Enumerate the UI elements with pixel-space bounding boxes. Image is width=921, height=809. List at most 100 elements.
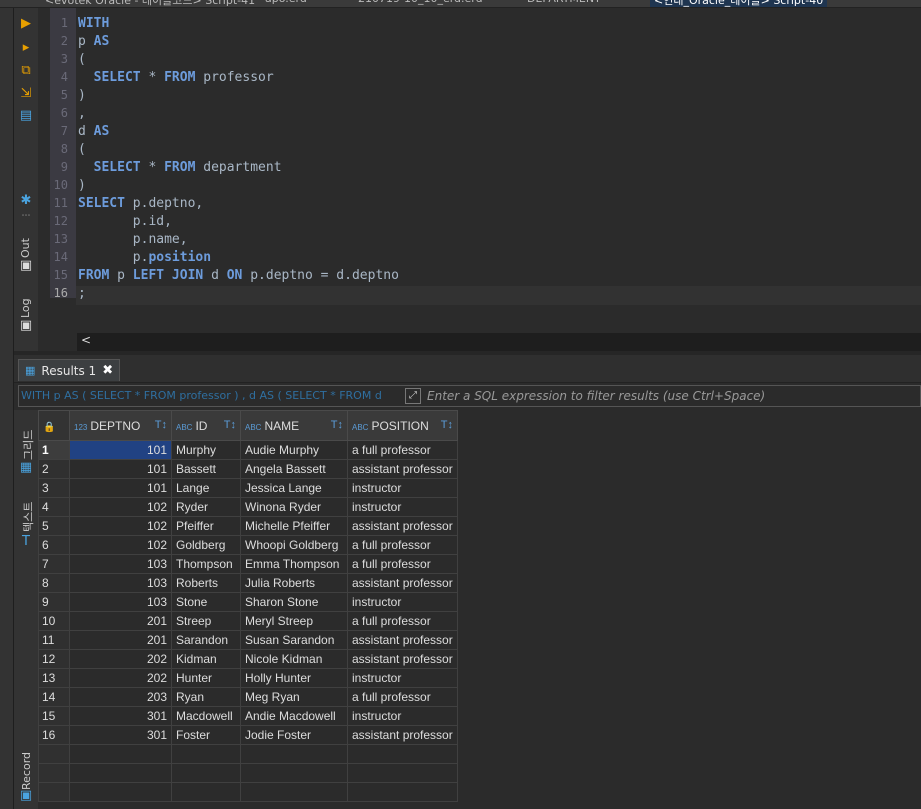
close-icon[interactable]: ✖ (102, 363, 113, 378)
table-row[interactable]: 13 202 Hunter Holly Hunter instructor (38, 668, 458, 688)
cell-position[interactable]: assistant professor (347, 630, 458, 650)
cell-deptno[interactable]: 201 (69, 611, 172, 631)
cell-name[interactable]: Susan Sarandon (240, 630, 348, 650)
table-row[interactable]: 10 201 Streep Meryl Streep a full professor (38, 611, 458, 631)
code-line[interactable]: ; (78, 286, 86, 301)
cell-position[interactable]: assistant professor (347, 516, 458, 536)
column-header-position[interactable]: ABC POSITION T↕ (347, 410, 458, 441)
cell-position[interactable]: instructor (347, 592, 458, 612)
cell-name[interactable]: Holly Hunter (240, 668, 348, 688)
row-number[interactable]: 1 (38, 440, 70, 460)
cell-deptno[interactable]: 102 (69, 516, 172, 536)
table-row[interactable]: 11 201 Sarandon Susan Sarandon assistant pro… (38, 630, 458, 650)
code-line[interactable]: SELECT p.deptno, (78, 196, 203, 211)
cell-deptno[interactable]: 202 (69, 668, 172, 688)
cell-deptno[interactable]: 101 (69, 478, 172, 498)
cell-name[interactable]: Angela Bassett (240, 459, 348, 479)
editor-tab-department[interactable]: DEPARTMENT (527, 0, 601, 7)
cell-deptno[interactable]: 101 (69, 440, 172, 460)
column-header-id[interactable]: ABC ID T↕ (171, 410, 241, 441)
cell-name[interactable]: Audie Murphy (240, 440, 348, 460)
grid-view-label[interactable]: 그리드 (20, 430, 36, 460)
cell-deptno[interactable]: 102 (69, 497, 172, 517)
cell-id[interactable]: Thompson (171, 554, 241, 574)
text-view-label[interactable]: 텍스트 (20, 502, 36, 532)
code-line[interactable]: SELECT * FROM department (78, 160, 282, 175)
table-row[interactable]: 16 301 Foster Jodie Foster assistant profess… (38, 725, 458, 745)
code-line[interactable]: p.position (78, 250, 211, 265)
execute-new-tab-icon[interactable]: ▸ (18, 40, 34, 56)
cell-id[interactable]: Kidman (171, 649, 241, 669)
cell-id[interactable]: Sarandon (171, 630, 241, 650)
code-line[interactable]: p.name, (78, 232, 188, 247)
cell-deptno[interactable]: 301 (69, 706, 172, 726)
cell-position[interactable]: a full professor (347, 440, 458, 460)
table-row[interactable]: 4 102 Ryder Winona Ryder instructor (38, 497, 458, 517)
cell-id[interactable]: Stone (171, 592, 241, 612)
cell-name[interactable]: Michelle Pfeiffer (240, 516, 348, 536)
cell-name[interactable]: Meg Ryan (240, 687, 348, 707)
cell-position[interactable]: a full professor (347, 535, 458, 555)
cell-deptno[interactable]: 203 (69, 687, 172, 707)
editor-horizontal-scrollbar[interactable]: < (77, 333, 921, 351)
cell-id[interactable]: Murphy (171, 440, 241, 460)
cell-position[interactable]: a full professor (347, 687, 458, 707)
code-line[interactable]: ) (78, 88, 86, 103)
filter-sort-icon[interactable]: T↕ (224, 419, 236, 431)
editor-tab-apo-erd[interactable]: apo.erd (265, 0, 307, 7)
table-row[interactable]: 7 103 Thompson Emma Thompson a full professo… (38, 554, 458, 574)
code-line[interactable]: p.id, (78, 214, 172, 229)
explain-plan-icon[interactable]: ▤ (18, 108, 34, 124)
code-line[interactable]: FROM p LEFT JOIN d ON p.deptno = d.deptn… (78, 268, 399, 283)
row-number[interactable]: 7 (38, 554, 70, 574)
row-number[interactable]: 15 (38, 706, 70, 726)
more-dots-icon[interactable]: ⋯ (18, 208, 34, 224)
table-row[interactable]: 5 102 Pfeiffer Michelle Pfeiffer assistant p… (38, 516, 458, 536)
row-number[interactable]: 5 (38, 516, 70, 536)
column-header-name[interactable]: ABC NAME T↕ (240, 410, 348, 441)
code-line[interactable]: , (78, 106, 86, 121)
editor-tab-script-41[interactable]: <evotek Oracle - 테이블코드> Script-41 (45, 0, 255, 7)
row-number[interactable]: 2 (38, 459, 70, 479)
row-number[interactable]: 9 (38, 592, 70, 612)
cell-id[interactable]: Ryder (171, 497, 241, 517)
table-row[interactable]: 6 102 Goldberg Whoopi Goldberg a full profes… (38, 535, 458, 555)
cell-deptno[interactable]: 202 (69, 649, 172, 669)
cell-name[interactable]: Meryl Streep (240, 611, 348, 631)
cell-position[interactable]: instructor (347, 478, 458, 498)
output-icon[interactable]: ▣ (18, 258, 34, 274)
cell-id[interactable]: Hunter (171, 668, 241, 688)
cell-deptno[interactable]: 301 (69, 725, 172, 745)
cell-position[interactable]: instructor (347, 497, 458, 517)
cell-position[interactable]: instructor (347, 706, 458, 726)
results-grid[interactable]: 🔒 123 DEPTNO T↕ ABC ID T↕ ABC NAME T↕ ABC POSITION… (38, 410, 921, 809)
filter-sort-icon[interactable]: T↕ (331, 419, 343, 431)
cell-name[interactable]: Julia Roberts (240, 573, 348, 593)
row-number[interactable]: 6 (38, 535, 70, 555)
cell-id[interactable]: Foster (171, 725, 241, 745)
cell-deptno[interactable]: 103 (69, 573, 172, 593)
code-line[interactable]: WITH (78, 16, 109, 31)
row-number[interactable]: 16 (38, 725, 70, 745)
log-icon[interactable]: ▣ (18, 318, 34, 334)
cell-position[interactable]: a full professor (347, 554, 458, 574)
row-number[interactable]: 3 (38, 478, 70, 498)
sql-editor[interactable]: 1 2 3 4 5 6 7 8 9 10 11 12 13 14 15 16 WITH p AS( SELECT… (50, 8, 921, 333)
cell-position[interactable]: a full professor (347, 611, 458, 631)
code-line[interactable]: ) (78, 178, 86, 193)
cell-id[interactable]: Macdowell (171, 706, 241, 726)
cell-id[interactable]: Goldberg (171, 535, 241, 555)
cell-id[interactable]: Streep (171, 611, 241, 631)
settings-gear-icon[interactable]: ✱ (18, 193, 34, 209)
cell-name[interactable]: Winona Ryder (240, 497, 348, 517)
filter-sort-icon[interactable]: T↕ (155, 419, 167, 431)
code-line[interactable]: d AS (78, 124, 109, 139)
table-row[interactable]: 15 301 Macdowell Andie Macdowell instructor (38, 706, 458, 726)
row-number[interactable]: 14 (38, 687, 70, 707)
cell-position[interactable]: assistant professor (347, 725, 458, 745)
cell-name[interactable]: Emma Thompson (240, 554, 348, 574)
row-number[interactable]: 11 (38, 630, 70, 650)
cell-deptno[interactable]: 101 (69, 459, 172, 479)
table-row[interactable]: 8 103 Roberts Julia Roberts assistant profes… (38, 573, 458, 593)
record-view-icon[interactable]: ▣ (18, 788, 34, 804)
